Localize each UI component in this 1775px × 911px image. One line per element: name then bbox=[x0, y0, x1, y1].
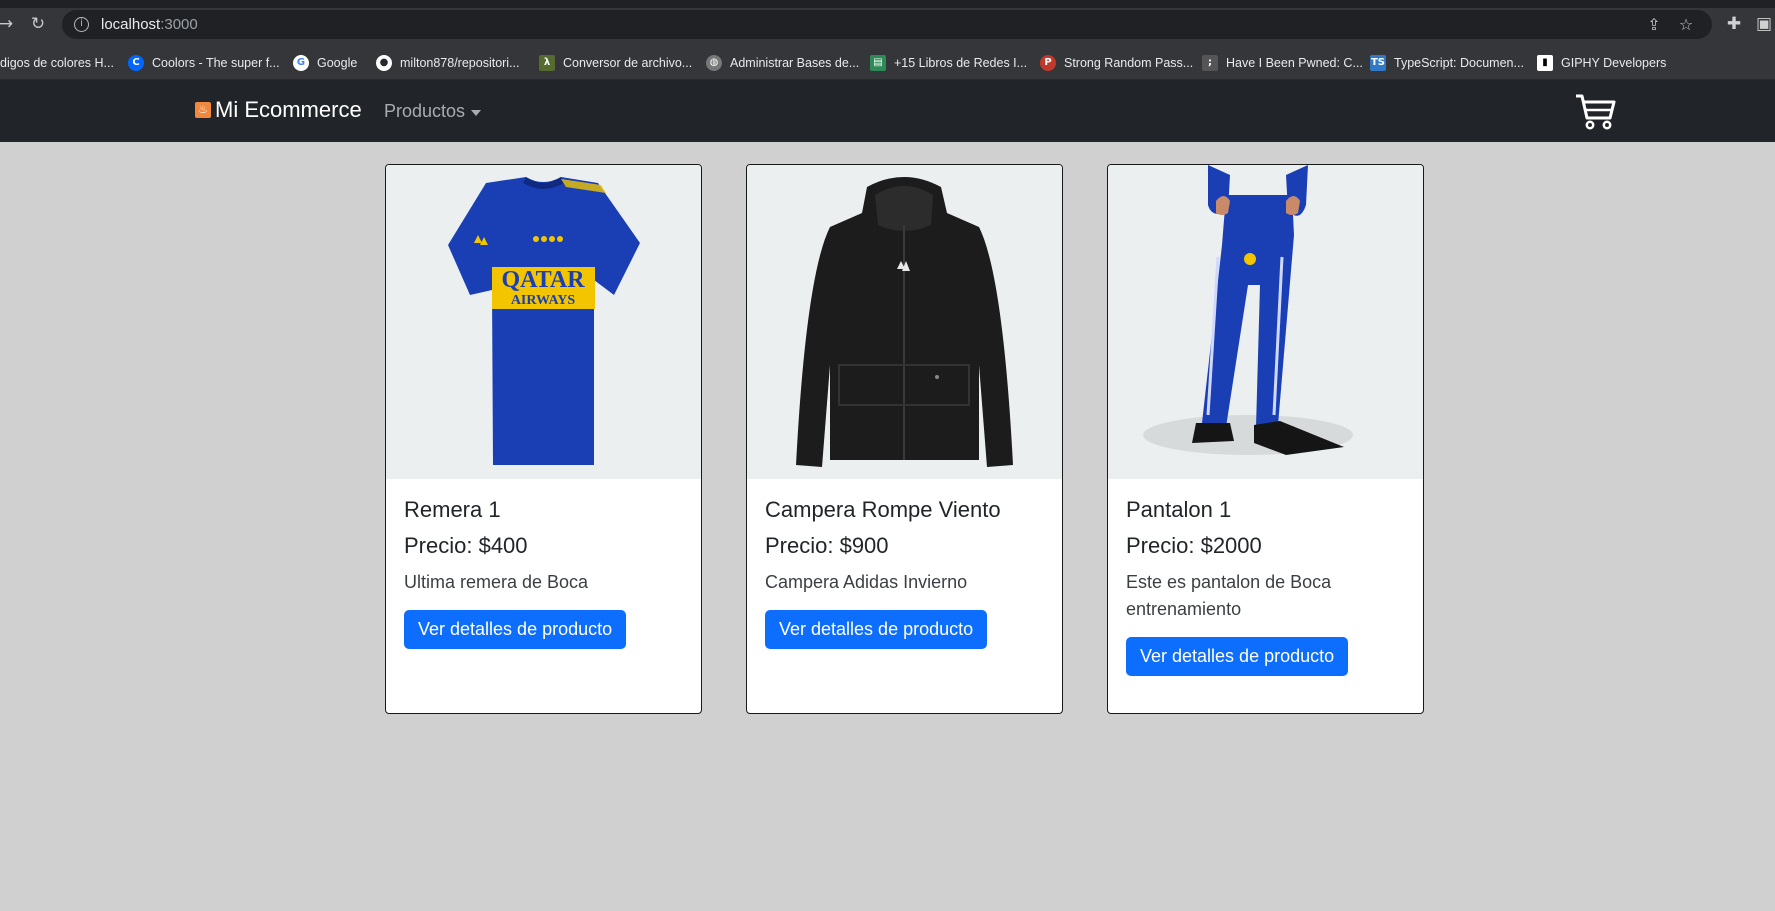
product-description: Ultima remera de Boca bbox=[404, 572, 589, 592]
bookmark-item[interactable]: ▮ GIPHY Developers bbox=[1537, 46, 1666, 80]
productos-dropdown[interactable]: Productos bbox=[384, 101, 482, 122]
brand-logo-icon: ♨ bbox=[195, 102, 211, 118]
app-navbar: ♨ Mi Ecommerce Productos bbox=[0, 80, 1775, 142]
product-image-pants bbox=[1108, 165, 1423, 479]
bookmark-item[interactable]: ; Have I Been Pwned: C... bbox=[1202, 46, 1363, 80]
bookmark-item[interactable]: TS TypeScript: Documen... bbox=[1370, 46, 1524, 80]
product-description: Este es pantalon de Boca entrenamiento bbox=[1126, 572, 1332, 619]
product-image-jersey: QATAR AIRWAYS bbox=[386, 165, 701, 479]
site-info-icon[interactable]: i bbox=[74, 17, 89, 32]
product-grid: QATAR AIRWAYS Remera 1 Precio: $400 Ulti… bbox=[385, 164, 1424, 714]
address-bar[interactable]: i localhost:3000 ⇪ ☆ bbox=[62, 10, 1712, 39]
password-icon: P bbox=[1040, 55, 1056, 71]
brand-link[interactable]: ♨ Mi Ecommerce bbox=[195, 97, 362, 123]
brand-name: Mi Ecommerce bbox=[215, 97, 362, 122]
google-icon: G bbox=[293, 55, 309, 71]
forward-icon[interactable]: → bbox=[0, 14, 16, 34]
product-title: Remera 1 bbox=[404, 497, 501, 522]
bookmarks-bar: digos de colores H... C Coolors - The sup… bbox=[0, 46, 1775, 80]
book-icon: ▤ bbox=[870, 55, 886, 71]
cart-icon[interactable] bbox=[1574, 92, 1616, 130]
view-product-details-button[interactable]: Ver detalles de producto bbox=[765, 610, 988, 649]
view-product-details-button[interactable]: Ver detalles de producto bbox=[404, 610, 627, 649]
tab-strip bbox=[0, 0, 1775, 8]
product-title: Campera Rompe Viento bbox=[765, 497, 1001, 522]
bookmark-item[interactable]: P Strong Random Pass... bbox=[1040, 46, 1193, 80]
bookmark-item[interactable]: λ Conversor de archivo... bbox=[539, 46, 692, 80]
product-price: Precio: $900 bbox=[765, 533, 889, 558]
dropdown-label: Productos bbox=[384, 101, 466, 121]
reload-icon[interactable]: ↻ bbox=[28, 14, 48, 34]
extensions-icon[interactable]: ✚ bbox=[1724, 14, 1744, 34]
globe-icon: ◍ bbox=[706, 55, 722, 71]
bookmark-item[interactable]: G Google bbox=[293, 46, 357, 80]
pwned-icon: ; bbox=[1202, 55, 1218, 71]
product-card: QATAR AIRWAYS Remera 1 Precio: $400 Ulti… bbox=[385, 164, 702, 714]
share-icon[interactable]: ⇪ bbox=[1644, 15, 1664, 35]
coolors-icon: C bbox=[128, 55, 144, 71]
converter-icon: λ bbox=[539, 55, 555, 71]
side-panel-icon[interactable]: ▣ bbox=[1754, 14, 1774, 34]
giphy-icon: ▮ bbox=[1537, 55, 1553, 71]
product-image-jacket bbox=[747, 165, 1062, 479]
url-text[interactable]: localhost:3000 bbox=[101, 16, 198, 33]
bookmark-star-icon[interactable]: ☆ bbox=[1676, 15, 1696, 35]
github-icon: ● bbox=[376, 55, 392, 71]
bookmark-item[interactable]: ● milton878/repositori... bbox=[376, 46, 520, 80]
product-card: Pantalon 1 Precio: $2000 Este es pantalo… bbox=[1107, 164, 1424, 714]
product-card: Campera Rompe Viento Precio: $900 Camper… bbox=[746, 164, 1063, 714]
view-product-details-button[interactable]: Ver detalles de producto bbox=[1126, 637, 1349, 676]
typescript-icon: TS bbox=[1370, 55, 1386, 71]
bookmark-item[interactable]: ◍ Administrar Bases de... bbox=[706, 46, 859, 80]
svg-text:AIRWAYS: AIRWAYS bbox=[511, 293, 576, 308]
bookmark-item[interactable]: C Coolors - The super f... bbox=[128, 46, 280, 80]
bookmark-item[interactable]: ▤ +15 Libros de Redes I... bbox=[870, 46, 1027, 80]
product-description: Campera Adidas Invierno bbox=[765, 572, 968, 592]
caret-down-icon bbox=[471, 109, 482, 116]
product-price: Precio: $2000 bbox=[1126, 533, 1262, 558]
bookmark-item[interactable]: digos de colores H... bbox=[0, 46, 114, 80]
product-price: Precio: $400 bbox=[404, 533, 528, 558]
browser-toolbar: → ↻ i localhost:3000 ⇪ ☆ ✚ ▣ bbox=[0, 0, 1775, 46]
svg-text:QATAR: QATAR bbox=[501, 267, 585, 293]
product-title: Pantalon 1 bbox=[1126, 497, 1232, 522]
